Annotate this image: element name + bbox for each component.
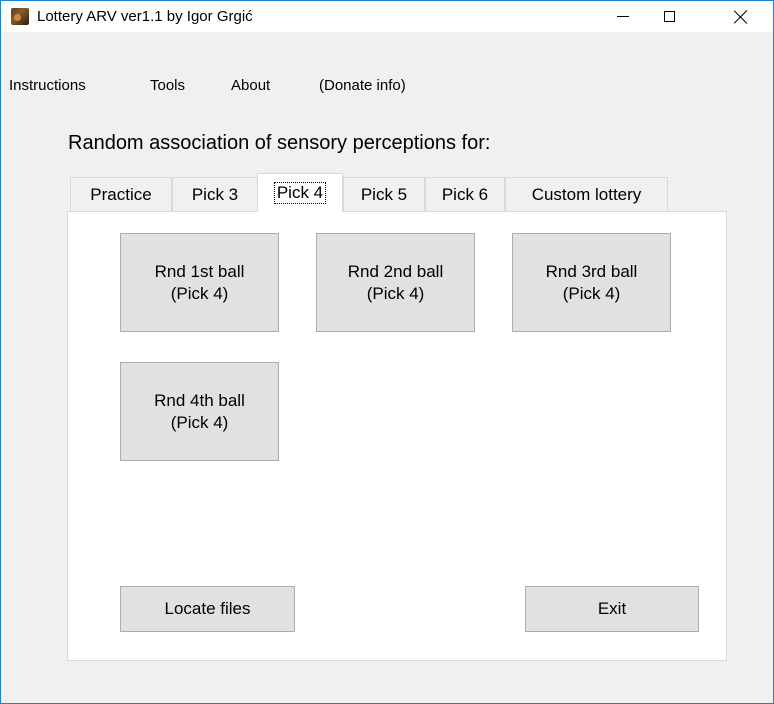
rnd-4th-ball-button[interactable]: Rnd 4th ball (Pick 4) [120,362,279,461]
rnd-3rd-ball-button[interactable]: Rnd 3rd ball (Pick 4) [512,233,671,332]
menu-donate-info[interactable]: (Donate info) [319,77,406,94]
tab-custom-lottery[interactable]: Custom lottery [505,177,668,211]
maximize-button[interactable] [646,1,692,32]
tab-label: Pick 5 [360,184,408,204]
button-label: Exit [597,599,627,618]
menu-instructions[interactable]: Instructions [9,77,86,94]
menu-about[interactable]: About [231,77,270,94]
button-label-line-1: Rnd 4th ball [154,390,245,410]
tab-label: Custom lottery [531,184,642,204]
tab-pick-5[interactable]: Pick 5 [343,177,425,211]
button-label-line-1: Rnd 3rd ball [545,261,638,281]
button-label-line-1: Rnd 2nd ball [347,261,444,281]
button-label-line-2: (Pick 4) [170,412,229,432]
page-heading: Random association of sensory perception… [68,132,491,154]
button-label-line-2: (Pick 4) [562,283,621,303]
app-window: Lottery ARV ver1.1 by Igor Grgić Instruc… [0,0,774,704]
minimize-button[interactable] [600,1,646,32]
tab-label: Pick 3 [191,184,239,204]
locate-files-button[interactable]: Locate files [120,586,295,632]
minimize-icon [617,16,629,17]
button-label-line-2: (Pick 4) [366,283,425,303]
exit-button[interactable]: Exit [525,586,699,632]
button-label-line-1: Rnd 1st ball [154,261,245,281]
tab-practice[interactable]: Practice [70,177,172,211]
button-label-line-2: (Pick 4) [170,283,229,303]
maximize-icon [663,11,675,22]
menu-tools[interactable]: Tools [150,77,185,94]
close-icon [734,10,748,24]
close-button[interactable] [718,1,764,32]
tab-label: Practice [90,184,152,204]
tab-pick-6[interactable]: Pick 6 [425,177,505,211]
tab-pick-3[interactable]: Pick 3 [172,177,258,211]
app-icon[interactable] [11,8,29,25]
button-label: Locate files [164,599,251,618]
rnd-2nd-ball-button[interactable]: Rnd 2nd ball (Pick 4) [316,233,475,332]
rnd-1st-ball-button[interactable]: Rnd 1st ball (Pick 4) [120,233,279,332]
tab-label: Pick 6 [441,184,489,204]
title-bar[interactable]: Lottery ARV ver1.1 by Igor Grgić [1,1,773,32]
tab-pick-4[interactable]: Pick 4 [257,173,343,212]
tab-label: Pick 4 [273,182,327,204]
window-title: Lottery ARV ver1.1 by Igor Grgić [37,8,253,25]
